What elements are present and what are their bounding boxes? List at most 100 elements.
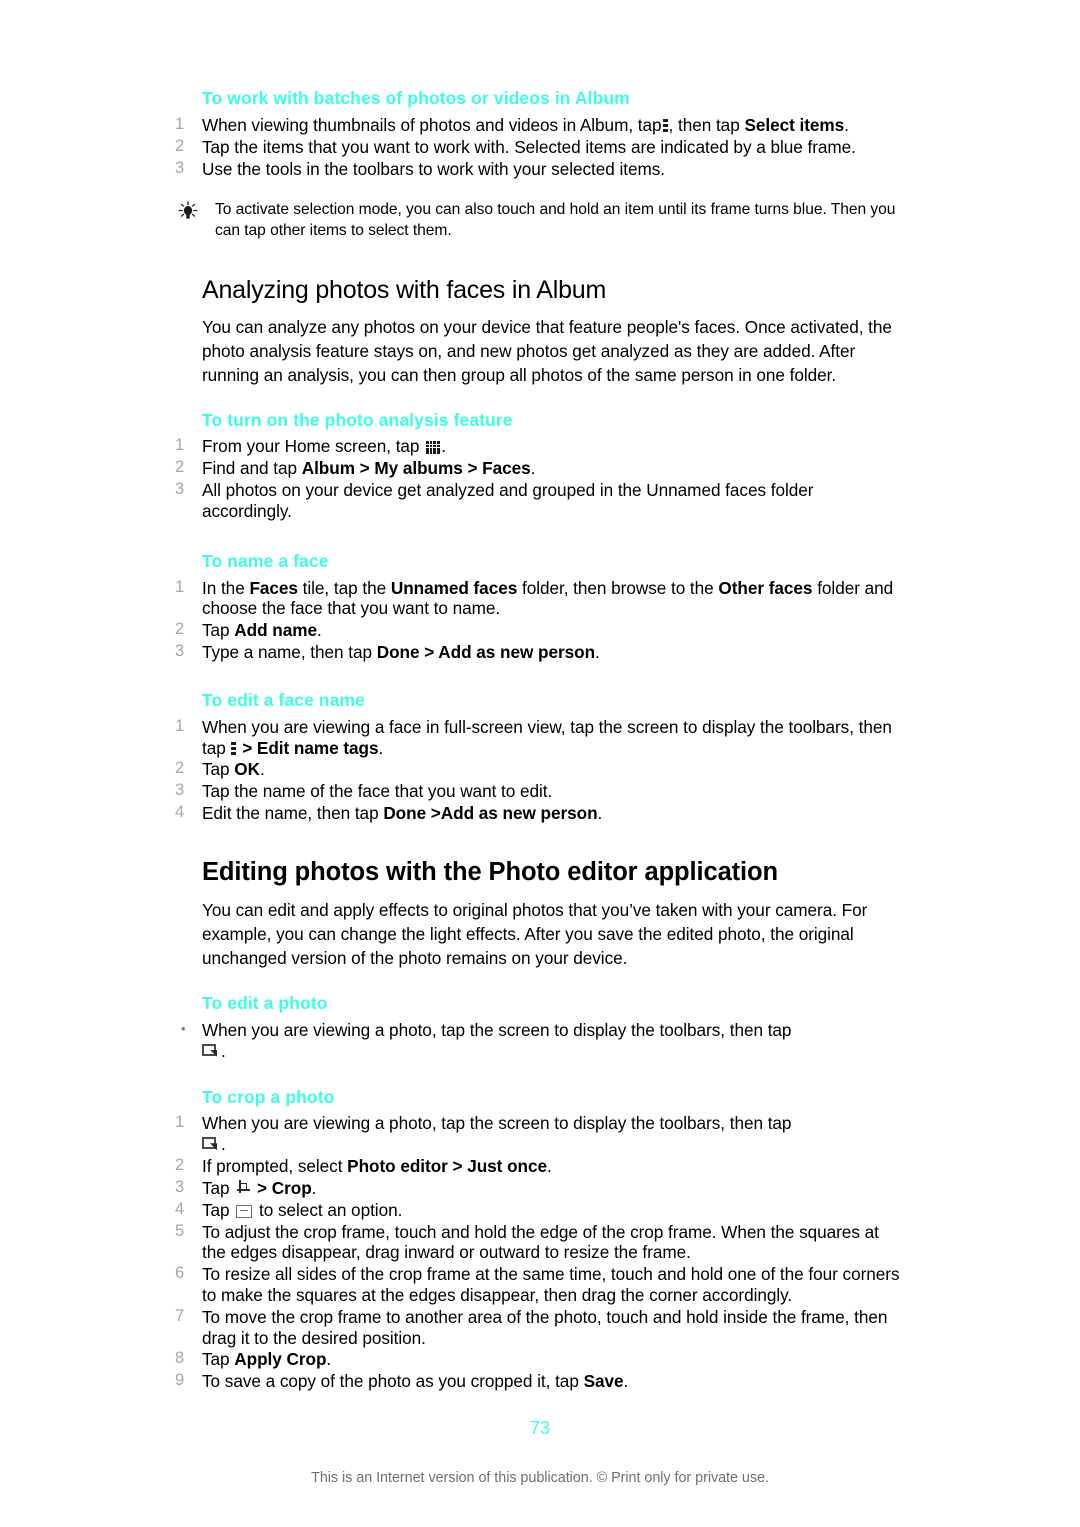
section-heading-edit-a-face-name: To edit a face name (202, 689, 366, 710)
step-number: 3 (175, 781, 185, 800)
step-text-part: . (597, 802, 603, 823)
step-text-part: To save a copy of the photo as you cropp… (202, 1371, 579, 1392)
list-item: 2 If prompted, select Photo editor > Jus… (175, 1156, 905, 1177)
list-item: 5 To adjust the crop frame, touch and ho… (175, 1222, 905, 1264)
step-text-part: . (547, 1156, 552, 1177)
option-box-icon (236, 1204, 253, 1218)
step-number: 2 (175, 1156, 185, 1175)
list-item: 2 Tap the items that you want to work wi… (175, 137, 905, 158)
list-item: 7 To move the crop frame to another area… (175, 1307, 905, 1349)
step-number: 8 (175, 1349, 185, 1368)
steps-turn-on-photo-analysis: 1 From your Home screen, tap . 2 Find an… (175, 436, 905, 521)
steps-crop-a-photo: 1 When you are viewing a photo, tap the … (175, 1113, 905, 1392)
step-text-part: . (311, 1177, 317, 1198)
bullet-marker: • (181, 1020, 186, 1036)
list-item: 2 Tap Add name. (175, 620, 905, 641)
step-text: To save a copy of the photo as you cropp… (202, 1371, 628, 1391)
step-text-part: . (221, 1134, 226, 1155)
step-number: 4 (175, 1199, 185, 1218)
step-text-part: When you are viewing a photo, tap the sc… (202, 1019, 792, 1040)
section-heading-name-a-face: To name a face (202, 550, 329, 571)
step-text: When viewing thumbnails of photos and vi… (202, 115, 849, 135)
photo-edit-icon (202, 1043, 221, 1060)
step-number: 4 (175, 802, 185, 821)
step-text-part: . (595, 642, 600, 662)
step-number: 9 (175, 1371, 185, 1390)
step-text-part: If prompted, select (202, 1156, 343, 1177)
step-text-part: Tap (202, 1349, 230, 1370)
ui-label: > Crop (257, 1177, 312, 1198)
step-text: In the Faces tile, tap the Unnamed faces… (202, 578, 893, 619)
list-item: 2 Find and tap Album > My albums > Faces… (175, 458, 905, 479)
step-text: Tap OK. (202, 759, 265, 779)
lightbulb-icon (177, 201, 199, 221)
steps-edit-a-photo: • When you are viewing a photo, tap the … (175, 1020, 905, 1062)
ui-label: Album > My albums > Faces (301, 458, 531, 479)
steps-work-with-batches: 1 When viewing thumbnails of photos and … (175, 115, 905, 179)
more-vertical-icon (662, 118, 668, 133)
step-text: Tap the name of the face that you want t… (202, 781, 553, 802)
list-item: 4 Edit the name, then tap Done >Add as n… (175, 803, 905, 824)
step-text-part: . (316, 620, 322, 641)
step-text-part: folder, then browse to the (521, 577, 714, 598)
list-item: 1 When you are viewing a face in full-sc… (175, 717, 905, 759)
step-number: 2 (175, 759, 185, 778)
step-text-part: tile, tap the (302, 577, 387, 598)
step-text-part: . (441, 436, 446, 457)
step-text: Tap > Crop. (202, 1178, 316, 1198)
list-item: 1 When you are viewing a photo, tap the … (175, 1113, 905, 1155)
photo-edit-icon (202, 1136, 221, 1153)
step-text-part: . (326, 1349, 332, 1370)
step-text: Tap to select an option. (202, 1200, 402, 1220)
step-text-part: . (259, 759, 265, 780)
step-text: To resize all sides of the crop frame at… (202, 1264, 900, 1305)
step-number: 1 (175, 436, 185, 455)
step-text-part: . (378, 737, 384, 758)
step-number: 1 (175, 716, 185, 735)
step-text: From your Home screen, tap . (202, 436, 446, 456)
ui-label: Apply Crop (234, 1349, 327, 1370)
step-text: When you are viewing a face in full-scre… (202, 717, 892, 758)
step-text-part: Find and tap (202, 458, 297, 479)
step-text: Find and tap Album > My albums > Faces. (202, 458, 535, 478)
section-heading-work-with-batches: To work with batches of photos or videos… (202, 88, 630, 108)
step-text-part: , then tap (668, 114, 740, 135)
list-item: 1 In the Faces tile, tap the Unnamed fac… (175, 578, 905, 620)
more-vertical-icon (231, 741, 237, 756)
section-heading-edit-a-photo: To edit a photo (202, 993, 328, 1014)
steps-name-a-face: 1 In the Faces tile, tap the Unnamed fac… (175, 578, 905, 663)
steps-edit-a-face-name: 1 When you are viewing a face in full-sc… (175, 717, 905, 824)
step-text-part: . (530, 458, 536, 479)
section-heading-crop-a-photo: To crop a photo (202, 1086, 335, 1107)
step-text: Type a name, then tap Done > Add as new … (202, 642, 600, 662)
step-text: When you are viewing a photo, tap the sc… (202, 1113, 792, 1155)
step-text: If prompted, select Photo editor > Just … (202, 1156, 552, 1176)
ui-label: > Edit name tags (242, 737, 379, 758)
step-text: Use the tools in the toolbars to work wi… (202, 158, 666, 179)
step-text-part: to select an option. (259, 1199, 403, 1220)
footer-copyright-note: This is an Internet version of this publ… (311, 1470, 769, 1486)
step-number: 1 (175, 1113, 185, 1132)
step-text-part: Tap (202, 1199, 230, 1220)
ui-label: Select items (744, 114, 845, 135)
section-intro-analyzing-photos: You can analyze any photos on your devic… (202, 316, 892, 385)
ui-label: Done > Add as new person (376, 642, 596, 662)
step-text-part: Tap (202, 759, 230, 780)
step-text: To adjust the crop frame, touch and hold… (202, 1221, 879, 1263)
step-number: 3 (175, 158, 185, 177)
step-number: 3 (175, 1177, 185, 1196)
step-text: Tap Apply Crop. (202, 1349, 331, 1369)
step-text-part: . (623, 1371, 629, 1392)
step-number: 2 (175, 458, 185, 477)
step-text: All photos on your device get analyzed a… (202, 480, 814, 521)
tip-block: To activate selection mode, you can also… (175, 200, 905, 241)
ui-label: Done >Add as new person (383, 802, 598, 823)
document-page: To work with batches of photos or videos… (0, 0, 1080, 1527)
list-item: • When you are viewing a photo, tap the … (175, 1020, 905, 1062)
step-number: 7 (175, 1306, 185, 1325)
step-text-part: Edit the name, then tap (202, 802, 379, 823)
section-heading-turn-on-photo-analysis: To turn on the photo analysis feature (202, 409, 513, 430)
ui-label: Faces (249, 577, 298, 598)
step-text: Tap Add name. (202, 620, 322, 640)
step-number: 1 (175, 114, 185, 133)
